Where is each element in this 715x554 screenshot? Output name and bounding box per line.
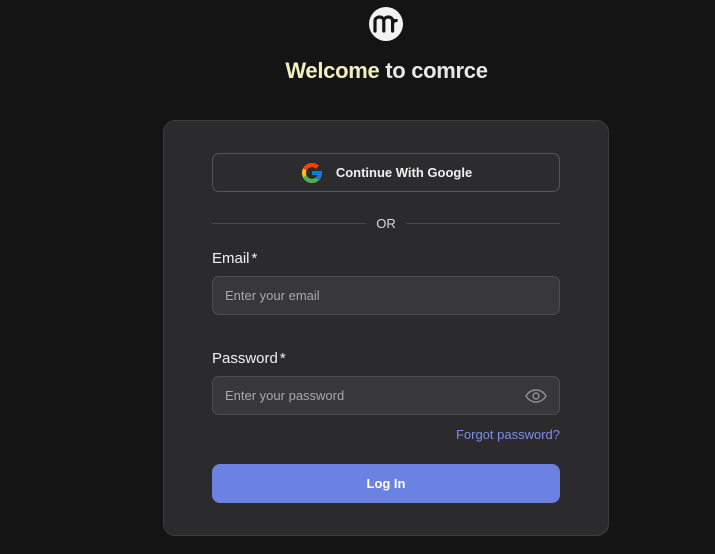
google-button-label: Continue With Google bbox=[335, 165, 473, 180]
google-icon bbox=[300, 161, 324, 185]
login-card: Continue With Google OR Email * Enter you… bbox=[163, 120, 609, 536]
password-field[interactable]: Enter your password bbox=[212, 376, 560, 415]
forgot-password-link[interactable]: Forgot password? bbox=[456, 427, 560, 442]
divider-text: OR bbox=[376, 215, 396, 231]
continue-with-google-button[interactable]: Continue With Google bbox=[212, 153, 560, 192]
password-required-marker: * bbox=[279, 350, 286, 367]
email-field[interactable]: Enter your email bbox=[212, 276, 560, 315]
welcome-suffix: to comrce bbox=[379, 58, 488, 83]
divider-line-right bbox=[405, 222, 560, 224]
welcome-title: Welcome to comrce bbox=[0, 58, 715, 84]
login-page: Welcome to comrce Continue With Google O… bbox=[0, 0, 715, 554]
email-label: Email * bbox=[212, 250, 257, 267]
password-label: Password * bbox=[212, 350, 286, 367]
password-placeholder: Enter your password bbox=[225, 388, 345, 403]
log-in-button[interactable]: Log In bbox=[212, 464, 560, 503]
comrce-logo-icon bbox=[369, 7, 403, 41]
welcome-prefix: Welcome bbox=[285, 58, 380, 83]
divider-line-left bbox=[212, 222, 367, 224]
or-divider: OR bbox=[212, 214, 560, 232]
password-label-text: Password bbox=[212, 350, 278, 367]
email-required-marker: * bbox=[251, 250, 258, 267]
email-placeholder: Enter your email bbox=[225, 288, 320, 303]
eye-icon[interactable] bbox=[525, 385, 547, 407]
email-label-text: Email bbox=[212, 250, 250, 267]
